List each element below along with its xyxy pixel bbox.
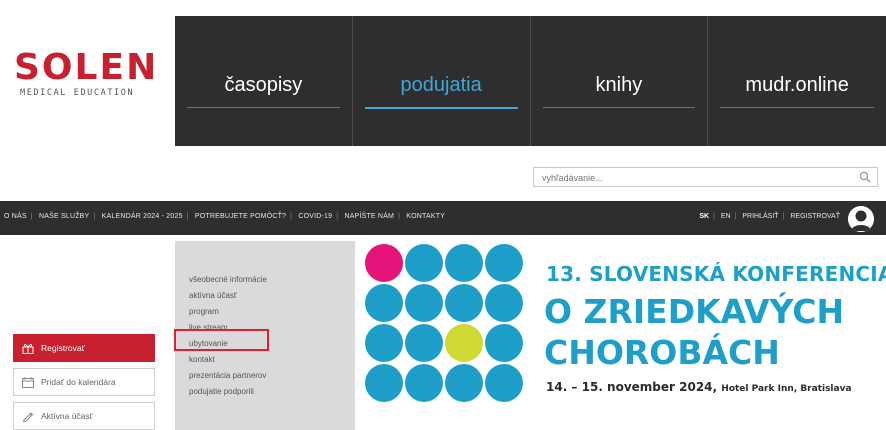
calendar-icon <box>22 376 34 388</box>
top-link-covid[interactable]: COVID-19 <box>298 213 332 220</box>
add-to-calendar-label: Pridať do kalendára <box>41 377 116 387</box>
account-links: SK | EN | PRIHLÁSIŤ | REGISTROVAŤ <box>699 213 840 220</box>
conference-edition: 13. SLOVENSKÁ KONFERENCIA <box>546 262 886 286</box>
separator: | <box>30 213 33 220</box>
separator: | <box>93 213 96 220</box>
active-participation-button[interactable]: Aktívna účasť <box>13 402 155 430</box>
separator: | <box>186 213 189 220</box>
active-participation-label: Aktívna účasť <box>41 411 93 421</box>
top-bar: O NÁS | NAŠE SLUŽBY | KALENDÁR 2024 - 2025… <box>0 201 886 235</box>
menu-item-general-info[interactable]: všeobecné informácie <box>189 272 267 288</box>
top-link-pomoc[interactable]: POTREBUJETE POMÔCŤ? <box>195 213 286 220</box>
conference-title-line1: O ZRIEDKAVÝCH <box>544 292 845 331</box>
menu-item-contact[interactable]: kontakt <box>189 352 267 368</box>
nav-underline <box>720 107 874 108</box>
separator: | <box>734 213 737 220</box>
nav-label: mudr.online <box>745 74 849 96</box>
separator: | <box>290 213 293 220</box>
nav-knihy[interactable]: knihy <box>531 16 709 146</box>
menu-item-supporters[interactable]: podujatie podporili <box>189 384 267 400</box>
main-nav: časopisy podujatia knihy mudr.online <box>175 16 886 146</box>
register-button-label: Registrovať <box>41 343 85 353</box>
nav-mudr-online[interactable]: mudr.online <box>708 16 886 146</box>
separator: | <box>782 213 785 220</box>
logo-wordmark: SOLEN <box>14 47 159 88</box>
nav-label: časopisy <box>224 74 303 96</box>
user-avatar-icon[interactable] <box>848 206 874 232</box>
conference-date: 14. – 15. november 2024, Hotel Park Inn,… <box>546 380 852 394</box>
menu-item-program[interactable]: program <box>189 304 267 320</box>
nav-casopisy[interactable]: časopisy <box>175 16 353 146</box>
search-box <box>533 167 878 187</box>
login-link[interactable]: PRIHLÁSIŤ <box>742 213 778 220</box>
menu-item-partners[interactable]: prezentácia partnerov <box>189 368 267 384</box>
separator: | <box>398 213 401 220</box>
nav-underline <box>364 107 518 109</box>
conference-venue: Hotel Park Inn, Bratislava <box>721 384 852 394</box>
search-icon[interactable] <box>859 171 871 183</box>
lang-sk[interactable]: SK <box>699 213 709 220</box>
conference-title-line2: CHOROBÁCH <box>544 333 780 372</box>
nav-podujatia[interactable]: podujatia <box>353 16 531 146</box>
pen-icon <box>22 412 34 422</box>
register-button[interactable]: Registrovať <box>13 334 155 362</box>
register-link[interactable]: REGISTROVAŤ <box>790 213 840 220</box>
conference-banner: 13. SLOVENSKÁ KONFERENCIA O ZRIEDKAVÝCH … <box>362 241 886 430</box>
lang-en[interactable]: EN <box>721 213 731 220</box>
search-input[interactable] <box>534 169 850 187</box>
logo-subtitle: MEDICAL EDUCATION <box>20 88 135 98</box>
banner-circles-graphic <box>365 244 523 402</box>
add-to-calendar-button[interactable]: Pridať do kalendára <box>13 368 155 396</box>
solen-logo[interactable]: SOLEN MEDICAL EDUCATION <box>14 47 162 99</box>
top-links: O NÁS | NAŠE SLUŽBY | KALENDÁR 2024 - 2025… <box>4 213 445 220</box>
menu-item-active-participation[interactable]: aktívna účasť <box>189 288 267 304</box>
top-link-kontakty[interactable]: KONTAKTY <box>406 213 445 220</box>
nav-label: knihy <box>595 74 643 96</box>
top-link-o-nas[interactable]: O NÁS <box>4 213 27 220</box>
separator: | <box>713 213 715 220</box>
top-link-nase-sluzby[interactable]: NAŠE SLUŽBY <box>39 213 89 220</box>
top-link-napiste-nam[interactable]: NAPÍŠTE NÁM <box>344 213 394 220</box>
nav-label: podujatia <box>400 74 482 96</box>
top-link-kalendar[interactable]: KALENDÁR 2024 - 2025 <box>102 213 183 220</box>
gift-icon <box>22 343 34 354</box>
nav-underline <box>187 107 340 108</box>
live-stream-highlight <box>174 329 269 351</box>
separator: | <box>336 213 339 220</box>
nav-underline <box>542 107 696 108</box>
conference-date-text: 14. – 15. november 2024, <box>546 380 718 394</box>
